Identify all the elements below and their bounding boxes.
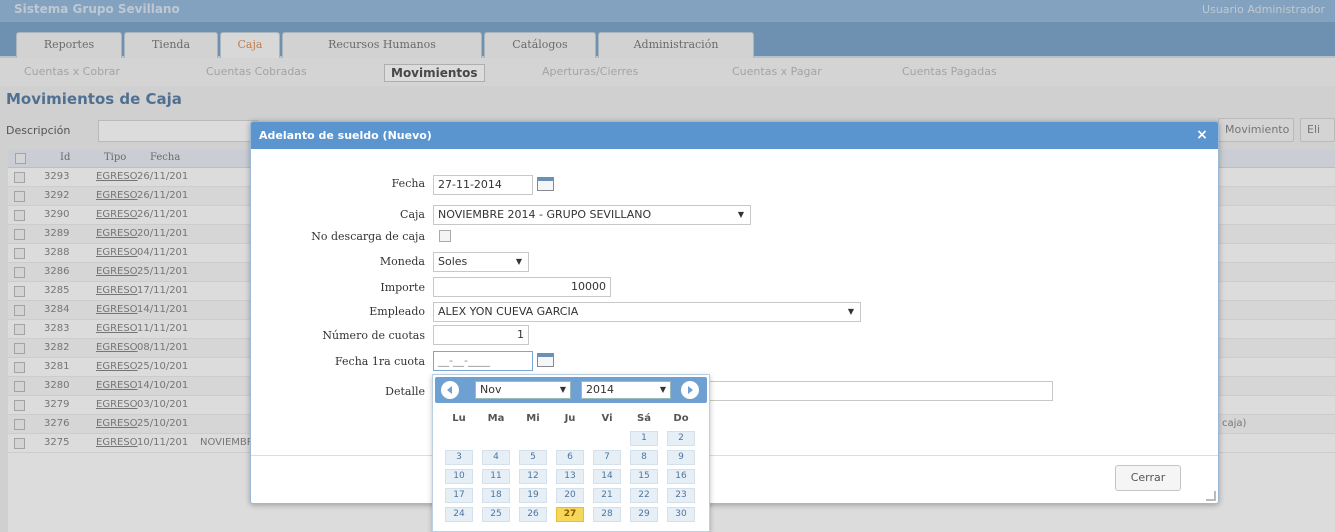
calendar-day[interactable]: 26 [519,507,547,522]
day-of-week-label: Sá [637,413,651,424]
day-of-week-label: Vi [601,413,613,424]
calendar-day[interactable]: 20 [556,488,584,503]
caja-select[interactable]: NOVIEMBRE 2014 - GRUPO SEVILLANO ▼ [433,205,751,225]
day-of-week-label: Mi [526,413,540,424]
calendar-day[interactable]: 23 [667,488,695,503]
empleado-label: Empleado [369,305,425,318]
salary-advance-dialog: Adelanto de sueldo (Nuevo) × Fecha 27-11… [250,121,1219,504]
chevron-down-icon: ▼ [559,385,566,394]
caja-select-value: NOVIEMBRE 2014 - GRUPO SEVILLANO [438,208,652,221]
calendar-day[interactable]: 25 [482,507,510,522]
close-button[interactable]: Cerrar [1115,465,1181,491]
calendar-day[interactable]: 5 [519,450,547,465]
calendar-day[interactable]: 19 [519,488,547,503]
datepicker-header: Nov ▼ 2014 ▼ [435,377,707,403]
chevron-down-icon: ▼ [515,257,522,266]
calendar-day[interactable]: 13 [556,469,584,484]
day-of-week-label: Ju [564,413,576,424]
day-of-week-label: Ma [487,413,505,424]
caja-label: Caja [400,208,425,221]
year-select-value: 2014 [586,383,614,396]
moneda-select-value: Soles [438,255,468,268]
prev-month-icon[interactable] [441,381,459,399]
calendar-day[interactable]: 16 [667,469,695,484]
calendar-day[interactable]: 6 [556,450,584,465]
calendar-day[interactable]: 10 [445,469,473,484]
calendar-day[interactable]: 28 [593,507,621,522]
calendar-icon[interactable] [537,177,554,191]
no-descarga-checkbox[interactable] [439,230,451,242]
resize-handle-icon[interactable] [1206,491,1216,501]
calendar-day[interactable]: 29 [630,507,658,522]
calendar-day[interactable]: 1 [630,431,658,446]
calendar-week: 17 18 19 20 21 22 23 [439,488,703,504]
month-select-value: Nov [480,383,502,396]
calendar-day[interactable]: 15 [630,469,658,484]
calendar-day[interactable]: 9 [667,450,695,465]
chevron-down-icon: ▼ [847,307,854,316]
calendar-day[interactable]: 7 [593,450,621,465]
calendar-day[interactable]: 21 [593,488,621,503]
calendar-day[interactable]: 30 [667,507,695,522]
calendar-day[interactable]: 14 [593,469,621,484]
calendar-week: 3456789 [439,450,703,466]
day-of-week-label: Do [673,413,689,424]
detalle-label: Detalle [385,385,425,398]
fecha-label: Fecha [391,177,425,190]
calendar-day[interactable]: 3 [445,450,473,465]
importe-input[interactable]: 10000 [433,277,611,297]
chevron-down-icon: ▼ [659,385,666,394]
close-icon[interactable]: × [1194,127,1210,143]
calendar-day[interactable]: 8 [630,450,658,465]
calendar-week: 24 25 26 27 28 29 30 [439,507,703,523]
year-select[interactable]: 2014 ▼ [581,381,671,399]
calendar-week: 12 [439,431,703,447]
no-descarga-label: No descarga de caja [311,230,425,243]
calendar-day[interactable]: 2 [667,431,695,446]
days-of-week: Lu Ma Mi Ju Vi Sá Do [439,411,703,427]
day-of-week-label: Lu [452,413,466,424]
next-month-icon[interactable] [681,381,699,399]
moneda-select[interactable]: Soles ▼ [433,252,529,272]
fecha-input[interactable]: 27-11-2014 [433,175,533,195]
cuotas-input[interactable]: 1 [433,325,529,345]
chevron-down-icon: ▼ [737,210,744,219]
calendar-day[interactable]: 18 [482,488,510,503]
month-select[interactable]: Nov ▼ [475,381,571,399]
moneda-label: Moneda [379,255,425,268]
calendar-day[interactable]: 4 [482,450,510,465]
empleado-select-value: ALEX YON CUEVA GARCIA [438,305,579,318]
dialog-title: Adelanto de sueldo (Nuevo) [259,129,432,142]
calendar-day[interactable]: 12 [519,469,547,484]
importe-label: Importe [380,281,425,294]
cuotas-label: Número de cuotas [322,329,425,342]
dialog-titlebar: Adelanto de sueldo (Nuevo) × [251,122,1218,149]
calendar-day[interactable]: 24 [445,507,473,522]
datepicker-popup: Nov ▼ 2014 ▼ Lu Ma Mi Ju Vi Sá Do 1 2 3 4 5 6 7 8 9 10 1… [432,374,710,532]
calendar-day[interactable]: 17 [445,488,473,503]
empleado-select[interactable]: ALEX YON CUEVA GARCIA ▼ [433,302,861,322]
calendar-day[interactable]: 11 [482,469,510,484]
calendar-icon[interactable] [537,353,554,367]
fecha-1ra-cuota-input[interactable]: __-__-____ [433,351,533,371]
calendar-day[interactable]: 22 [630,488,658,503]
dialog-footer-divider [251,455,1218,456]
calendar-day-today[interactable]: 27 [556,507,584,522]
fecha-1ra-cuota-label: Fecha 1ra cuota [335,355,425,368]
calendar-week: 10 11 12 13 14 15 16 [439,469,703,485]
